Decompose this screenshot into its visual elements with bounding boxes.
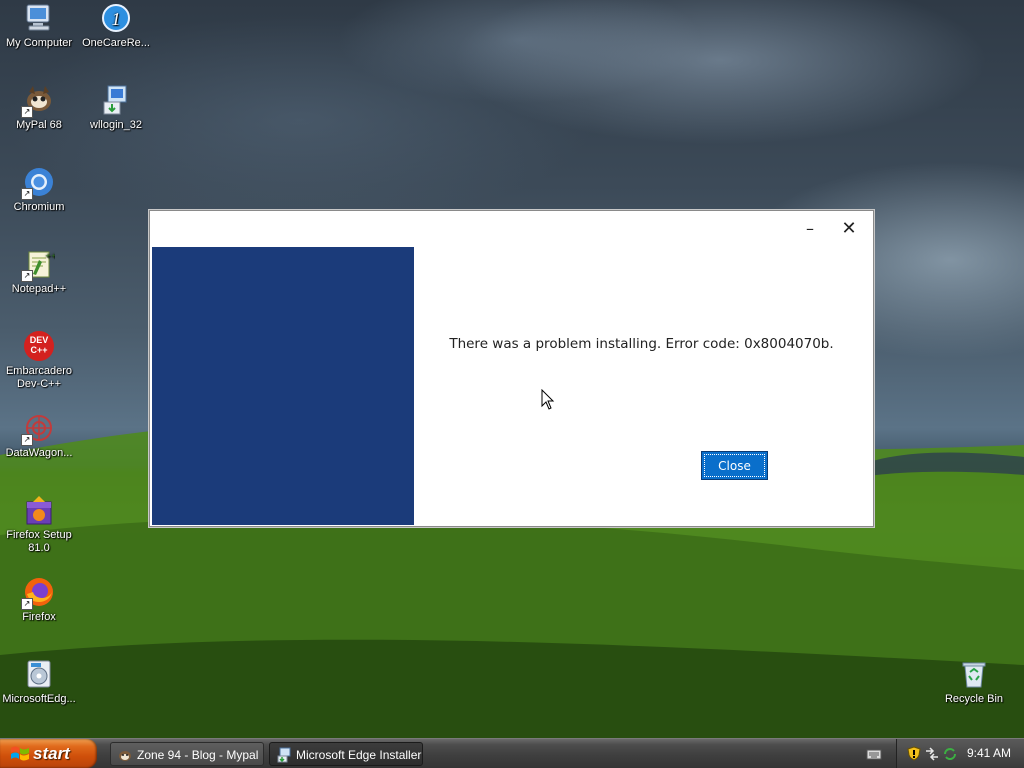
svg-text:1: 1 xyxy=(112,9,121,29)
desktop-icon-label: Firefox Setup 81.0 xyxy=(6,529,72,554)
minimize-button[interactable]: – xyxy=(795,217,825,241)
desktop-icon-label: MyPal 68 xyxy=(16,119,62,131)
notepadpp-icon: ++ ↗ xyxy=(21,248,57,282)
desktop-icon-devcpp[interactable]: DEV C++ Embarcadero Dev-C++ xyxy=(0,330,79,391)
desktop-icon-label: OneCareRe... xyxy=(82,37,150,49)
desktop-icon-notepadpp[interactable]: ++ ↗ Notepad++ xyxy=(0,248,79,296)
taskbar-item-edge-installer[interactable]: Microsoft Edge Installer xyxy=(269,742,423,766)
shortcut-arrow-icon: ↗ xyxy=(21,598,33,610)
close-button[interactable]: Close xyxy=(701,451,768,480)
clock[interactable]: 9:41 AM xyxy=(967,739,1011,768)
firefox-icon: ↗ xyxy=(21,576,55,610)
desktop-icon-label: Embarcadero Dev-C++ xyxy=(5,365,73,390)
recycle-bin-icon xyxy=(958,658,990,690)
taskbar: start Zone 94 - Blog - Mypal Microsoft E… xyxy=(0,738,1024,768)
desktop-icon-wllogin[interactable]: wllogin_32 xyxy=(76,84,156,132)
svg-text:++: ++ xyxy=(45,252,55,260)
desktop-icon-recycle-bin[interactable]: Recycle Bin xyxy=(934,658,1014,706)
installer-icon xyxy=(277,747,291,763)
dialog-titlebar[interactable]: – ✕ xyxy=(150,211,873,246)
devcpp-icon: DEV C++ xyxy=(23,330,55,362)
system-tray: 9:41 AM xyxy=(896,739,1024,768)
mypal-icon xyxy=(119,751,131,761)
keyboard-icon[interactable] xyxy=(866,747,882,761)
desktop-icon-label: Recycle Bin xyxy=(944,693,1004,705)
taskbar-item-label: Microsoft Edge Installer xyxy=(296,748,422,762)
desktop-icon-firefox[interactable]: ↗ Firefox xyxy=(0,576,79,624)
desktop-icon-label: MicrosoftEdg... xyxy=(2,693,76,705)
computer-icon xyxy=(23,2,55,34)
shortcut-arrow-icon: ↗ xyxy=(21,434,33,446)
desktop-icon-onecare[interactable]: 1 OneCareRe... xyxy=(76,2,156,50)
desktop-icon-chromium[interactable]: ↗ Chromium xyxy=(0,166,79,214)
datawagon-icon: ↗ xyxy=(21,412,55,446)
desktop-icon-mypal[interactable]: ↗ MyPal 68 xyxy=(0,84,79,132)
network-icon[interactable] xyxy=(924,747,940,761)
edge-installer-dialog: – ✕ There was a problem installing. Erro… xyxy=(149,210,874,527)
mypal-icon: ↗ xyxy=(21,84,55,118)
shortcut-arrow-icon: ↗ xyxy=(21,270,33,282)
desktop: My Computer 1 OneCareRe... ↗ MyPal 68 wl… xyxy=(0,0,1024,738)
desktop-icon-label: DataWagon... xyxy=(5,447,73,459)
desktop-icon-datawagon[interactable]: ↗ DataWagon... xyxy=(0,412,79,460)
error-message: There was a problem installing. Error co… xyxy=(449,336,834,352)
desktop-icon-my-computer[interactable]: My Computer xyxy=(0,2,79,50)
close-window-button[interactable]: ✕ xyxy=(834,217,864,241)
desktop-icon-label: Chromium xyxy=(13,201,65,213)
shortcut-arrow-icon: ↗ xyxy=(21,106,33,118)
start-button[interactable]: start xyxy=(0,739,97,768)
start-label: start xyxy=(33,744,70,763)
shortcut-arrow-icon: ↗ xyxy=(21,188,33,200)
taskbar-item-mypal[interactable]: Zone 94 - Blog - Mypal xyxy=(110,742,264,766)
installer-icon xyxy=(100,84,132,116)
devcpp-badge: DEV C++ xyxy=(29,335,49,355)
mouse-pointer-icon xyxy=(541,389,555,410)
windows-flag-icon xyxy=(11,746,29,761)
firefox-setup-icon xyxy=(23,494,55,526)
update-icon[interactable] xyxy=(943,747,957,761)
desktop-icon-label: My Computer xyxy=(5,37,73,49)
desktop-icon-label: wllogin_32 xyxy=(90,119,142,131)
taskbar-item-label: Zone 94 - Blog - Mypal xyxy=(137,748,259,762)
edge-installer-icon xyxy=(23,658,55,690)
chromium-icon: ↗ xyxy=(21,166,55,200)
onecare-icon: 1 xyxy=(100,2,132,34)
desktop-icon-edge-installer[interactable]: MicrosoftEdg... xyxy=(0,658,79,706)
desktop-icon-label: Firefox xyxy=(22,611,56,623)
desktop-icon-label: Notepad++ xyxy=(11,283,67,295)
desktop-icon-firefox-setup[interactable]: Firefox Setup 81.0 xyxy=(0,494,79,555)
dialog-side-panel xyxy=(152,247,414,525)
security-shield-icon[interactable] xyxy=(907,746,921,761)
